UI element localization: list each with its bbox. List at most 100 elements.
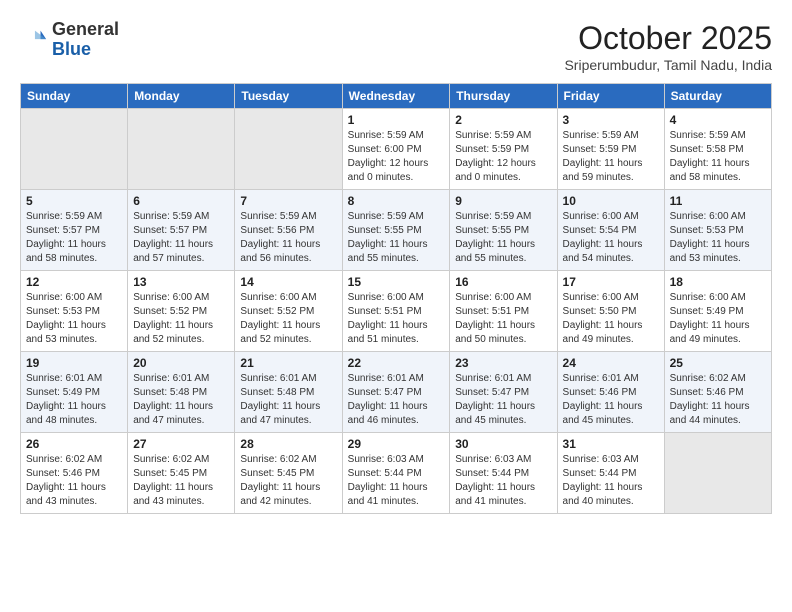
week-row-3: 12 Sunrise: 6:00 AMSunset: 5:53 PMDaylig… [21,271,772,352]
calendar-cell: 29 Sunrise: 6:03 AMSunset: 5:44 PMDaylig… [342,433,450,514]
cell-info: Sunrise: 5:59 AMSunset: 5:55 PMDaylight:… [348,210,445,266]
cell-info: Sunrise: 6:02 AMSunset: 5:45 PMDaylight:… [240,453,336,509]
calendar-cell: 7 Sunrise: 5:59 AMSunset: 5:56 PMDayligh… [235,190,342,271]
calendar-cell: 24 Sunrise: 6:01 AMSunset: 5:46 PMDaylig… [557,352,664,433]
calendar-cell: 13 Sunrise: 6:00 AMSunset: 5:52 PMDaylig… [128,271,235,352]
calendar-cell: 18 Sunrise: 6:00 AMSunset: 5:49 PMDaylig… [664,271,771,352]
day-number: 30 [455,437,551,451]
title-area: October 2025 Sriperumbudur, Tamil Nadu, … [564,20,772,73]
day-number: 11 [670,194,766,208]
day-number: 13 [133,275,229,289]
cell-info: Sunrise: 6:00 AMSunset: 5:54 PMDaylight:… [563,210,659,266]
day-number: 29 [348,437,445,451]
cell-info: Sunrise: 6:02 AMSunset: 5:46 PMDaylight:… [670,372,766,428]
day-number: 17 [563,275,659,289]
calendar-cell: 11 Sunrise: 6:00 AMSunset: 5:53 PMDaylig… [664,190,771,271]
cell-info: Sunrise: 5:59 AMSunset: 5:57 PMDaylight:… [26,210,122,266]
cell-info: Sunrise: 6:00 AMSunset: 5:50 PMDaylight:… [563,291,659,347]
cell-info: Sunrise: 6:00 AMSunset: 5:51 PMDaylight:… [455,291,551,347]
calendar-cell: 15 Sunrise: 6:00 AMSunset: 5:51 PMDaylig… [342,271,450,352]
calendar-cell: 23 Sunrise: 6:01 AMSunset: 5:47 PMDaylig… [450,352,557,433]
week-row-5: 26 Sunrise: 6:02 AMSunset: 5:46 PMDaylig… [21,433,772,514]
day-number: 10 [563,194,659,208]
cell-info: Sunrise: 5:59 AMSunset: 5:58 PMDaylight:… [670,129,766,185]
day-number: 21 [240,356,336,370]
day-number: 20 [133,356,229,370]
day-number: 7 [240,194,336,208]
calendar-cell: 6 Sunrise: 5:59 AMSunset: 5:57 PMDayligh… [128,190,235,271]
column-header-thursday: Thursday [450,84,557,109]
month-title: October 2025 [564,20,772,57]
cell-info: Sunrise: 5:59 AMSunset: 5:55 PMDaylight:… [455,210,551,266]
day-number: 1 [348,113,445,127]
day-number: 5 [26,194,122,208]
column-header-saturday: Saturday [664,84,771,109]
location: Sriperumbudur, Tamil Nadu, India [564,57,772,73]
calendar-cell: 19 Sunrise: 6:01 AMSunset: 5:49 PMDaylig… [21,352,128,433]
day-number: 22 [348,356,445,370]
cell-info: Sunrise: 6:00 AMSunset: 5:52 PMDaylight:… [240,291,336,347]
day-number: 4 [670,113,766,127]
column-header-wednesday: Wednesday [342,84,450,109]
calendar-cell: 28 Sunrise: 6:02 AMSunset: 5:45 PMDaylig… [235,433,342,514]
calendar-cell: 27 Sunrise: 6:02 AMSunset: 5:45 PMDaylig… [128,433,235,514]
cell-info: Sunrise: 6:01 AMSunset: 5:46 PMDaylight:… [563,372,659,428]
calendar-cell: 31 Sunrise: 6:03 AMSunset: 5:44 PMDaylig… [557,433,664,514]
calendar-cell: 10 Sunrise: 6:00 AMSunset: 5:54 PMDaylig… [557,190,664,271]
day-number: 18 [670,275,766,289]
day-number: 16 [455,275,551,289]
cell-info: Sunrise: 6:01 AMSunset: 5:47 PMDaylight:… [348,372,445,428]
cell-info: Sunrise: 6:03 AMSunset: 5:44 PMDaylight:… [563,453,659,509]
calendar-cell [128,109,235,190]
cell-info: Sunrise: 6:01 AMSunset: 5:47 PMDaylight:… [455,372,551,428]
cell-info: Sunrise: 5:59 AMSunset: 5:57 PMDaylight:… [133,210,229,266]
cell-info: Sunrise: 5:59 AMSunset: 5:59 PMDaylight:… [455,129,551,185]
cell-info: Sunrise: 6:01 AMSunset: 5:49 PMDaylight:… [26,372,122,428]
cell-info: Sunrise: 6:00 AMSunset: 5:51 PMDaylight:… [348,291,445,347]
calendar-cell [21,109,128,190]
logo-icon [20,26,48,54]
page-header: GeneralBlue October 2025 Sriperumbudur, … [20,20,772,73]
day-number: 27 [133,437,229,451]
day-number: 31 [563,437,659,451]
cell-info: Sunrise: 6:02 AMSunset: 5:46 PMDaylight:… [26,453,122,509]
column-header-sunday: Sunday [21,84,128,109]
week-row-4: 19 Sunrise: 6:01 AMSunset: 5:49 PMDaylig… [21,352,772,433]
calendar-cell: 8 Sunrise: 5:59 AMSunset: 5:55 PMDayligh… [342,190,450,271]
calendar-table: SundayMondayTuesdayWednesdayThursdayFrid… [20,83,772,514]
logo: GeneralBlue [20,20,119,60]
cell-info: Sunrise: 6:01 AMSunset: 5:48 PMDaylight:… [133,372,229,428]
week-row-2: 5 Sunrise: 5:59 AMSunset: 5:57 PMDayligh… [21,190,772,271]
cell-info: Sunrise: 6:03 AMSunset: 5:44 PMDaylight:… [455,453,551,509]
calendar-cell: 17 Sunrise: 6:00 AMSunset: 5:50 PMDaylig… [557,271,664,352]
calendar-cell: 20 Sunrise: 6:01 AMSunset: 5:48 PMDaylig… [128,352,235,433]
calendar-cell: 22 Sunrise: 6:01 AMSunset: 5:47 PMDaylig… [342,352,450,433]
header-row: SundayMondayTuesdayWednesdayThursdayFrid… [21,84,772,109]
cell-info: Sunrise: 6:00 AMSunset: 5:52 PMDaylight:… [133,291,229,347]
day-number: 15 [348,275,445,289]
day-number: 26 [26,437,122,451]
day-number: 25 [670,356,766,370]
day-number: 19 [26,356,122,370]
cell-info: Sunrise: 6:02 AMSunset: 5:45 PMDaylight:… [133,453,229,509]
calendar-cell [235,109,342,190]
column-header-monday: Monday [128,84,235,109]
cell-info: Sunrise: 6:03 AMSunset: 5:44 PMDaylight:… [348,453,445,509]
calendar-cell: 16 Sunrise: 6:00 AMSunset: 5:51 PMDaylig… [450,271,557,352]
day-number: 8 [348,194,445,208]
calendar-cell: 5 Sunrise: 5:59 AMSunset: 5:57 PMDayligh… [21,190,128,271]
calendar-cell [664,433,771,514]
day-number: 14 [240,275,336,289]
day-number: 23 [455,356,551,370]
cell-info: Sunrise: 6:01 AMSunset: 5:48 PMDaylight:… [240,372,336,428]
cell-info: Sunrise: 6:00 AMSunset: 5:53 PMDaylight:… [26,291,122,347]
cell-info: Sunrise: 6:00 AMSunset: 5:49 PMDaylight:… [670,291,766,347]
cell-info: Sunrise: 5:59 AMSunset: 6:00 PMDaylight:… [348,129,445,185]
day-number: 9 [455,194,551,208]
calendar-cell: 2 Sunrise: 5:59 AMSunset: 5:59 PMDayligh… [450,109,557,190]
week-row-1: 1 Sunrise: 5:59 AMSunset: 6:00 PMDayligh… [21,109,772,190]
calendar-cell: 30 Sunrise: 6:03 AMSunset: 5:44 PMDaylig… [450,433,557,514]
calendar-cell: 3 Sunrise: 5:59 AMSunset: 5:59 PMDayligh… [557,109,664,190]
calendar-cell: 14 Sunrise: 6:00 AMSunset: 5:52 PMDaylig… [235,271,342,352]
day-number: 24 [563,356,659,370]
